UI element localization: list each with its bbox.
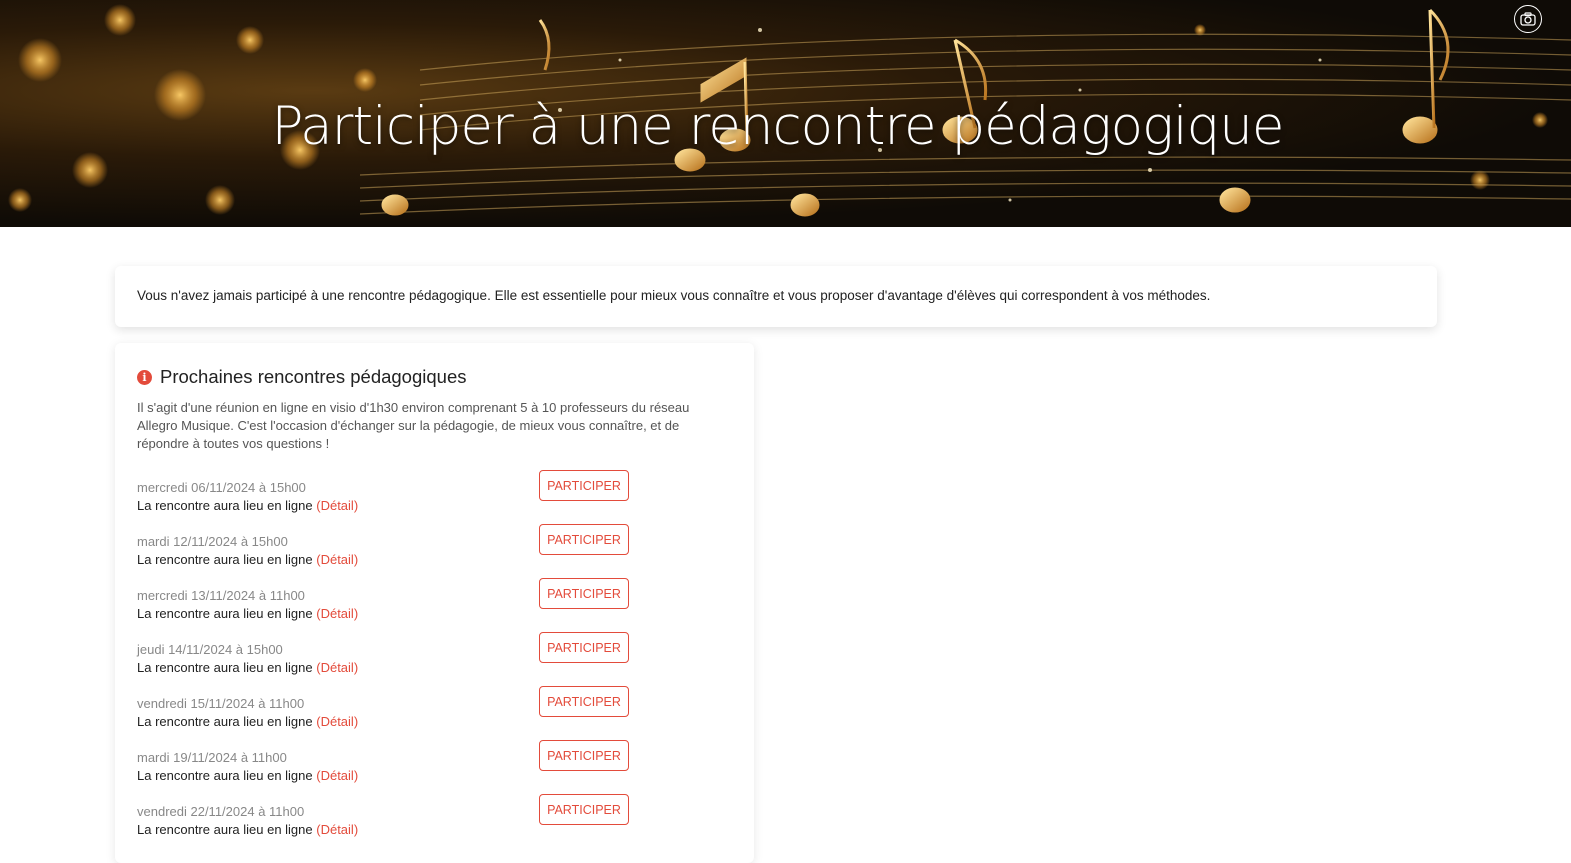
detail-link[interactable]: (Détail) [316,498,358,513]
meeting-item: vendredi 22/11/2024 à 11h00 La rencontre… [137,794,637,843]
meetings-header: i Prochaines rencontres pédagogiques [137,366,467,388]
meeting-item: mardi 12/11/2024 à 15h00 La rencontre au… [137,524,637,573]
meetings-title: Prochaines rencontres pédagogiques [160,366,467,387]
meeting-item: mercredi 13/11/2024 à 11h00 La rencontre… [137,578,637,627]
detail-link[interactable]: (Détail) [316,660,358,675]
page-title: Participer à une rencontre pédagogique [271,96,1285,157]
meeting-place-text: La rencontre aura lieu en ligne [137,498,313,513]
participate-button[interactable]: PARTICIPER [539,578,629,609]
meeting-item: mardi 19/11/2024 à 11h00 La rencontre au… [137,740,637,789]
participate-button[interactable]: PARTICIPER [539,524,629,555]
detail-link[interactable]: (Détail) [316,552,358,567]
meeting-place-text: La rencontre aura lieu en ligne [137,822,313,837]
meeting-item: vendredi 15/11/2024 à 11h00 La rencontre… [137,686,637,735]
meetings-description: Il s'agit d'une réunion en ligne en visi… [137,400,690,451]
participate-button[interactable]: PARTICIPER [539,794,629,825]
notice-card: Vous n'avez jamais participé à une renco… [115,266,1437,327]
detail-link[interactable]: (Détail) [316,822,358,837]
hero-banner: Participer à une rencontre pédagogique [0,0,1571,227]
detail-link[interactable]: (Détail) [316,714,358,729]
camera-icon[interactable] [1514,5,1542,33]
participate-button[interactable]: PARTICIPER [539,686,629,717]
detail-link[interactable]: (Détail) [316,768,358,783]
meetings-card: i Prochaines rencontres pédagogiques Il … [115,343,754,863]
participate-button[interactable]: PARTICIPER [539,470,629,501]
info-icon: i [137,369,152,385]
meeting-place-text: La rencontre aura lieu en ligne [137,552,313,567]
meeting-place-text: La rencontre aura lieu en ligne [137,714,313,729]
detail-link[interactable]: (Détail) [316,606,358,621]
meeting-item: jeudi 14/11/2024 à 15h00 La rencontre au… [137,632,637,681]
camera-glyph [1520,12,1536,26]
meeting-place-text: La rencontre aura lieu en ligne [137,768,313,783]
participate-button[interactable]: PARTICIPER [539,632,629,663]
notice-text: Vous n'avez jamais participé à une renco… [137,288,1211,303]
meeting-place-text: La rencontre aura lieu en ligne [137,660,313,675]
meeting-place-text: La rencontre aura lieu en ligne [137,606,313,621]
meeting-item: mercredi 06/11/2024 à 15h00 La rencontre… [137,470,637,519]
participate-button[interactable]: PARTICIPER [539,740,629,771]
